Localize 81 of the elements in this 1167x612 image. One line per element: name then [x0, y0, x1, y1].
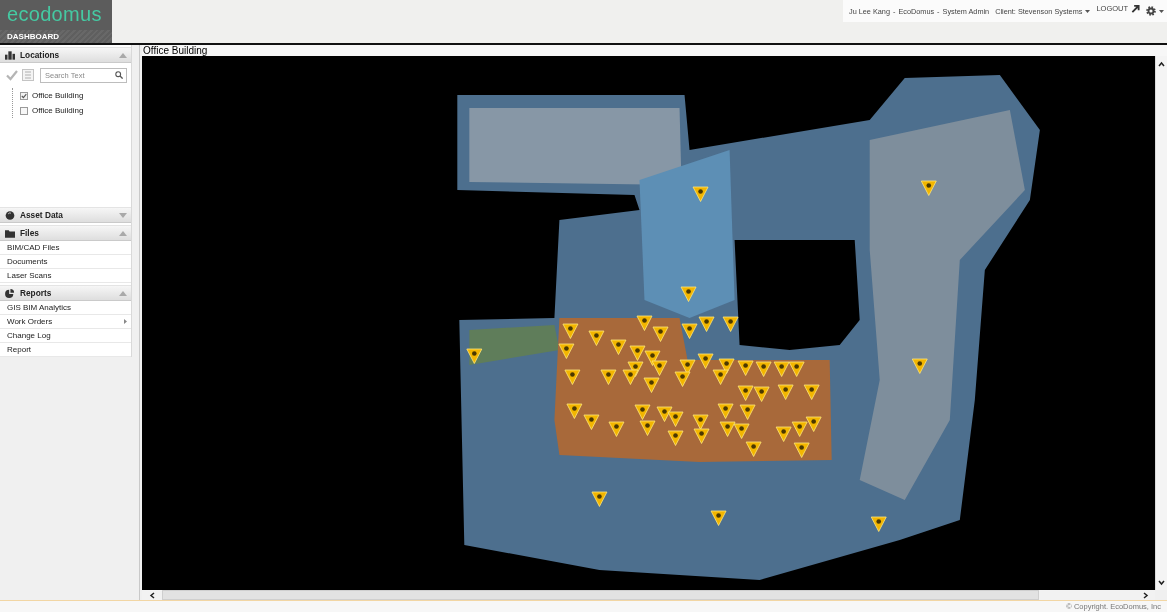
marker-icon[interactable] [591, 491, 608, 507]
marker-icon[interactable] [644, 350, 661, 366]
marker-icon[interactable] [636, 315, 653, 331]
dashboard-tab[interactable]: DASHBOARD [0, 30, 112, 43]
marker-icon[interactable] [681, 323, 698, 339]
tree-item[interactable]: Office Building [20, 103, 84, 118]
marker-icon[interactable] [600, 369, 617, 385]
marker-icon[interactable] [656, 406, 673, 422]
marker-icon[interactable] [773, 361, 790, 377]
settings-icon[interactable] [1146, 6, 1157, 16]
marker-icon[interactable] [651, 360, 668, 376]
marker-icon[interactable] [562, 323, 579, 339]
marker-icon[interactable] [622, 369, 639, 385]
panel-header[interactable]: Files [0, 225, 131, 241]
panel-header[interactable]: Reports [0, 285, 131, 301]
marker-icon[interactable] [739, 404, 756, 420]
marker-icon[interactable] [777, 384, 794, 400]
marker-icon[interactable] [629, 345, 646, 361]
marker-icon[interactable] [674, 371, 691, 387]
marker-icon[interactable] [608, 421, 625, 437]
marker-icon[interactable] [634, 404, 651, 420]
marker-icon[interactable] [558, 343, 575, 359]
marker-icon[interactable] [753, 386, 770, 402]
view-title: Office Building [142, 45, 1167, 56]
marker-icon[interactable] [697, 353, 714, 369]
marker-icon[interactable] [712, 369, 729, 385]
marker-icon[interactable] [610, 339, 627, 355]
folder-icon [5, 228, 15, 238]
marker-icon[interactable] [805, 416, 822, 432]
buildings-icon [5, 50, 15, 60]
marker-icon[interactable] [870, 516, 887, 532]
arrow-icon [1131, 4, 1141, 13]
marker-icon[interactable] [920, 180, 937, 196]
marker-icon[interactable] [639, 420, 656, 436]
marker-icon[interactable] [775, 426, 792, 442]
chevron-down-icon [1158, 578, 1165, 586]
caret-icon [1085, 9, 1091, 13]
marker-icon[interactable] [719, 421, 736, 437]
checkmark-icon[interactable] [6, 69, 18, 81]
marker-icon[interactable] [566, 403, 583, 419]
caret-icon[interactable] [1159, 9, 1164, 13]
panel-header[interactable]: Asset Data [0, 207, 131, 223]
marker-icon[interactable] [803, 384, 820, 400]
chevron-up-icon [1158, 60, 1165, 68]
marker-icon[interactable] [788, 361, 805, 377]
marker-icon[interactable] [692, 186, 709, 202]
checked-checkbox[interactable] [20, 91, 28, 100]
marker-icon[interactable] [791, 421, 808, 437]
marker-icon[interactable] [466, 348, 483, 364]
marker-icon[interactable] [717, 403, 734, 419]
chevron-right-icon [1141, 591, 1149, 599]
chevron-left-icon [148, 591, 156, 599]
vertical-scrollbar[interactable] [1155, 56, 1167, 590]
pie-chart-icon [5, 288, 15, 298]
marker-icon[interactable] [583, 414, 600, 430]
marker-icon[interactable] [755, 361, 772, 377]
marker-icon[interactable] [564, 369, 581, 385]
panel-header[interactable]: Locations [0, 47, 131, 63]
brand-logo: ecodomus [6, 2, 102, 25]
viewer-panel[interactable] [142, 56, 1155, 590]
marker-icon[interactable] [698, 316, 715, 332]
marker-icon[interactable] [911, 358, 928, 374]
marker-icon[interactable] [643, 377, 660, 393]
marker-icon[interactable] [722, 316, 739, 332]
checkbox[interactable] [20, 106, 28, 115]
marker-icon[interactable] [693, 428, 710, 444]
marker-icon[interactable] [667, 411, 684, 427]
marker-icon[interactable] [793, 442, 810, 458]
marker-icon[interactable] [588, 330, 605, 346]
marker-icon[interactable] [680, 286, 697, 302]
tree-item[interactable]: Office Building [20, 88, 84, 103]
marker-icon[interactable] [745, 441, 762, 457]
marker-icon[interactable] [652, 326, 669, 342]
sphere-icon [5, 210, 15, 220]
search-icon[interactable] [115, 71, 123, 79]
marker-icon[interactable] [737, 360, 754, 376]
marker-icon[interactable] [737, 385, 754, 401]
marker-icon[interactable] [733, 423, 750, 439]
marker-icon[interactable] [710, 510, 727, 526]
marker-icon[interactable] [692, 414, 709, 430]
marker-icon[interactable] [667, 430, 684, 446]
